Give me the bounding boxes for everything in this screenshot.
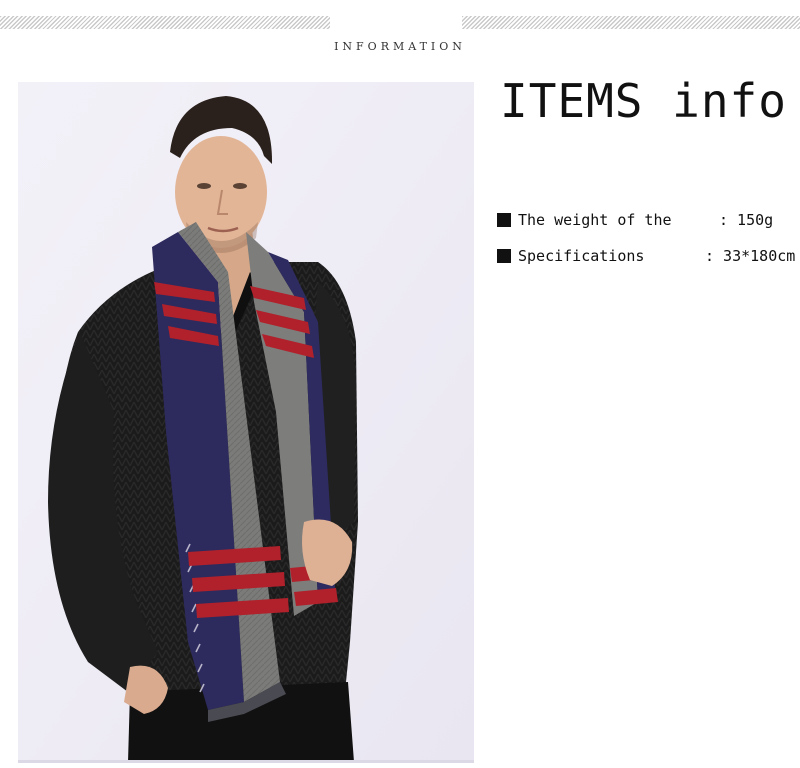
square-bullet-icon xyxy=(497,213,511,227)
header-divider-left xyxy=(0,16,330,29)
section-label: INFORMATION xyxy=(334,40,466,53)
product-photo xyxy=(18,82,474,762)
spec-row-specifications: Specifications : 33*180cm xyxy=(497,246,795,266)
header-divider-right xyxy=(462,16,800,29)
spec-value: : 33*180cm xyxy=(705,247,796,265)
spec-label: Specifications xyxy=(518,247,645,265)
info-title: ITEMS info xyxy=(500,74,787,128)
spec-value: : 150g xyxy=(719,211,774,229)
spec-label: The weight of the xyxy=(518,211,672,229)
photo-baseline xyxy=(18,760,474,763)
spec-row-weight: The weight of the : 150g xyxy=(497,210,773,230)
square-bullet-icon xyxy=(497,249,511,263)
